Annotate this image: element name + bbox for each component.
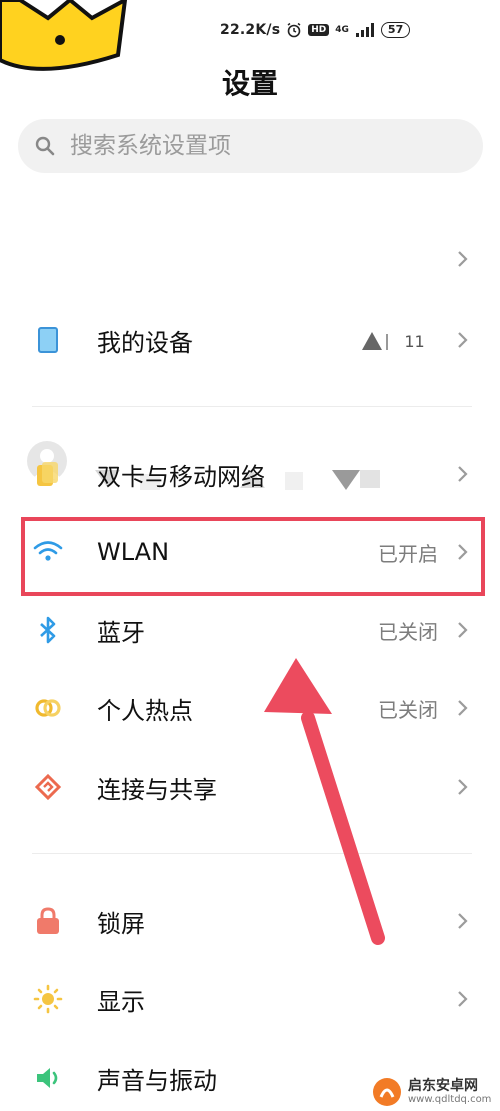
chevron-right-icon <box>458 700 468 716</box>
item-label: 蓝牙 <box>97 618 145 647</box>
sound-icon <box>32 1062 64 1094</box>
account-row[interactable] <box>0 214 500 490</box>
item-label: 声音与振动 <box>97 1066 217 1095</box>
signal-icon <box>355 23 374 37</box>
item-label: 双卡与移动网络 <box>97 462 265 491</box>
chevron-right-icon <box>458 466 468 482</box>
status-bar: 22.2K/s HD 4G 57 <box>220 18 411 42</box>
chevron-right-icon <box>458 991 468 1007</box>
chevron-right-icon <box>458 622 468 638</box>
hotspot-icon <box>32 692 64 724</box>
net-speed: 22.2K/s <box>220 22 281 38</box>
item-label: 我的设备 <box>97 328 193 357</box>
chevron-right-icon <box>458 779 468 795</box>
sim-card-icon <box>32 458 64 490</box>
lock-icon <box>32 905 64 937</box>
item-label: 显示 <box>97 987 145 1016</box>
battery-indicator: 57 <box>380 22 411 38</box>
annotation-arrow <box>264 658 385 945</box>
watermark-url: www.qdltdq.com <box>408 1094 492 1105</box>
device-icon <box>32 324 64 356</box>
device-value: 11 <box>360 328 438 353</box>
watermark-logo-icon <box>373 1078 401 1106</box>
wlan-highlight-box <box>21 517 485 596</box>
item-label: 个人热点 <box>97 696 193 725</box>
search-input[interactable] <box>68 132 452 160</box>
share-icon <box>32 771 64 803</box>
brightness-icon <box>32 983 64 1015</box>
alarm-icon <box>287 22 301 38</box>
search-icon <box>35 136 55 156</box>
watermark: 启东安卓网 www.qdltdq.com <box>372 1074 500 1110</box>
settings-item-display[interactable]: 显示 <box>0 967 500 1031</box>
hd-icon: HD <box>308 24 330 36</box>
page-title: 设置 <box>221 67 278 100</box>
watermark-name: 启东安卓网 <box>408 1078 478 1094</box>
chevron-right-icon <box>458 332 468 348</box>
settings-item-dual-sim[interactable]: 双卡与移动网络 <box>0 442 500 506</box>
settings-item-my-device[interactable]: 我的设备 11 <box>0 308 500 372</box>
network-type: 4G <box>335 25 349 35</box>
section-divider <box>32 406 472 407</box>
search-bar[interactable] <box>18 119 483 173</box>
item-label: 连接与共享 <box>97 775 217 804</box>
chevron-right-icon <box>458 251 468 267</box>
bluetooth-icon <box>32 614 64 646</box>
chevron-right-icon <box>458 913 468 929</box>
item-label: 锁屏 <box>97 909 145 938</box>
